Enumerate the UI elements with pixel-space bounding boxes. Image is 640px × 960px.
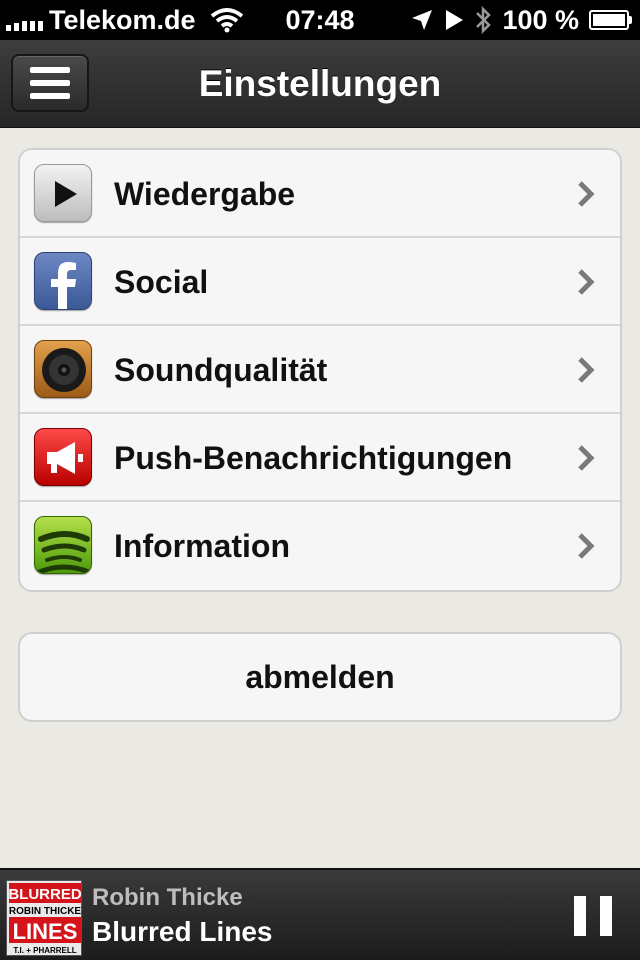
track-artist: Robin Thicke [92, 884, 243, 911]
navigation-bar: Einstellungen [0, 40, 640, 128]
settings-item-label: Social [114, 264, 209, 300]
pause-icon [574, 896, 586, 936]
album-art-line: ROBIN THICKE [9, 906, 82, 917]
album-art-line: LINES [13, 919, 78, 944]
chevron-right-icon [578, 181, 595, 207]
now-playing-bar[interactable]: BLURRED ROBIN THICKE LINES T.I. + PHARRE… [0, 868, 640, 960]
album-art-line: BLURRED [8, 886, 81, 903]
battery-icon [589, 10, 632, 30]
logout-button[interactable]: abmelden [18, 632, 622, 722]
chevron-right-icon [578, 269, 595, 295]
settings-item-push-benachrichtigungen[interactable]: Push-Benachrichtigungen [20, 414, 620, 502]
settings-item-soundqualitaet[interactable]: Soundqualität [20, 326, 620, 414]
megaphone-icon [34, 428, 92, 486]
chevron-right-icon [578, 445, 595, 471]
pause-button[interactable] [574, 896, 612, 936]
settings-item-social[interactable]: Social [20, 238, 620, 326]
album-art[interactable]: BLURRED ROBIN THICKE LINES T.I. + PHARRE… [6, 880, 82, 956]
settings-item-label: Soundqualität [114, 352, 328, 388]
play-icon [34, 164, 92, 222]
page-title: Einstellungen [198, 63, 442, 104]
spotify-icon [34, 516, 92, 574]
chevron-right-icon [578, 357, 595, 383]
battery-percent: 100 % [502, 4, 579, 35]
speaker-icon [34, 340, 92, 398]
status-bar: Telekom.de 07:48 100 % [0, 0, 640, 40]
album-art-line: T.I. + PHARRELL [13, 946, 76, 955]
settings-item-label: Information [114, 528, 290, 564]
bluetooth-icon [476, 5, 492, 35]
settings-item-wiedergabe[interactable]: Wiedergabe [20, 150, 620, 238]
settings-item-information[interactable]: Information [20, 502, 620, 590]
location-arrow-icon [412, 10, 433, 30]
chevron-right-icon [578, 533, 595, 559]
status-right: 100 % [410, 4, 632, 36]
settings-list: Wiedergabe Social Soundqualität Push-Ben… [18, 148, 622, 592]
settings-item-label: Wiedergabe [114, 176, 296, 212]
settings-item-label: Push-Benachrichtigungen [114, 440, 513, 476]
facebook-icon [34, 252, 92, 310]
pause-icon [600, 896, 612, 936]
track-title: Blurred Lines [92, 916, 273, 947]
play-status-icon [446, 10, 464, 30]
